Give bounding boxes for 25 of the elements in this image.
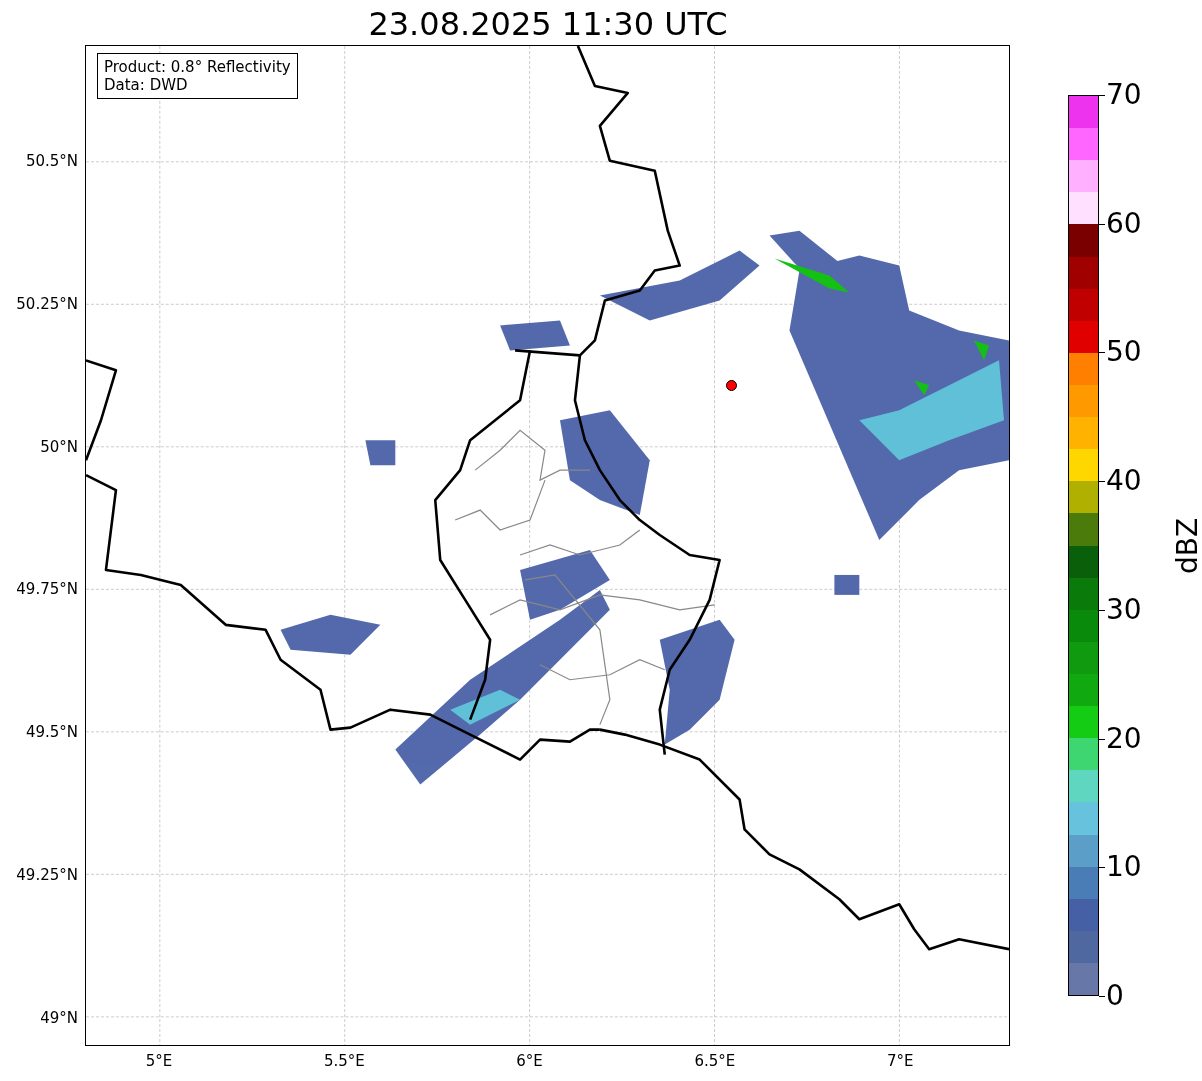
latitude-label: 50°N	[40, 437, 78, 456]
longitude-label: 6°E	[515, 1052, 544, 1070]
colorbar-tick-label: 20	[1106, 722, 1142, 755]
latitude-label: 50.25°N	[16, 294, 78, 313]
latitude-label: 49.5°N	[25, 723, 78, 742]
colorbar-tick-label: 70	[1106, 79, 1142, 111]
longitude-label: 5°E	[144, 1052, 174, 1070]
latitude-label: 49.25°N	[16, 866, 78, 884]
legend-text: Data: DWD	[104, 76, 189, 94]
colorbar-tick-label: 30	[1106, 593, 1142, 626]
colorbar-tick-label: 50	[1106, 336, 1142, 369]
legend-text: Product: 0.8° Reflectivity	[104, 58, 291, 76]
colorbar-label: dBZ	[1172, 517, 1202, 575]
radar-site-marker	[726, 380, 737, 391]
longitude-label: 6.5°E	[693, 1052, 737, 1070]
colorbar-tick-label: 40	[1106, 465, 1142, 498]
colorbar-tick-label: 60	[1106, 207, 1142, 240]
chart-title: 23.08.2025 11:30 UTC	[367, 4, 729, 44]
colorbar-tick-label: 0	[1106, 979, 1124, 1012]
longitude-label: 7°E	[885, 1052, 915, 1070]
longitude-label: 5.5°E	[322, 1052, 366, 1070]
latitude-label: 49°N	[40, 1008, 78, 1027]
latitude-label: 50.5°N	[25, 152, 78, 170]
latitude-label: 49.75°N	[16, 580, 78, 599]
colorbar-tick-label: 10	[1106, 851, 1142, 884]
